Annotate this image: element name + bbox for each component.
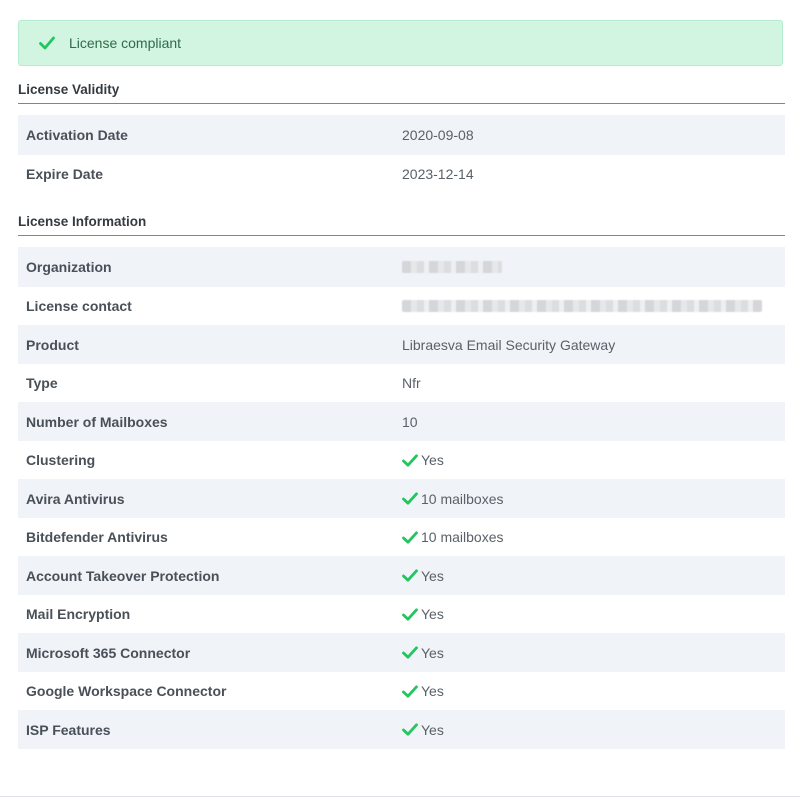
row-value: Libraesva Email Security Gateway [402,337,615,353]
row-value: Yes [402,722,444,738]
redacted-value [402,261,502,273]
row-label: Expire Date [26,166,104,182]
table-row: ISP Features Yes [18,710,785,749]
table-row: License contact [18,287,785,325]
row-label: Organization [26,259,112,275]
row-value: Yes [402,452,444,468]
check-icon [402,607,421,621]
check-icon [402,723,421,736]
row-value: Yes [402,606,444,622]
value-text: Yes [421,644,444,661]
section-title-license-validity: License Validity [18,82,785,104]
row-label: Clustering [26,452,96,468]
table-row: Account Takeover Protection Yes [18,556,785,595]
row-value: 10 mailboxes [402,491,504,507]
value-text: 10 [402,413,418,430]
row-label: License contact [26,298,132,314]
table-row: Google Workspace Connector Yes [18,672,785,710]
row-value: Yes [402,683,444,699]
section-title-license-information: License Information [18,214,785,236]
table-row: Type Nfr [18,364,785,402]
check-icon [402,492,421,505]
divider [0,796,800,797]
value-text: Yes [421,683,444,699]
redacted-value [402,300,762,312]
table-row: Activation Date 2020-09-08 [18,115,785,155]
alert-text: License compliant [69,35,182,51]
row-label: Mail Encryption [26,606,131,622]
row-value: 2020-09-08 [402,127,474,143]
table-row: Product Libraesva Email Security Gateway [18,325,785,364]
table-row: Expire Date 2023-12-14 [18,155,785,193]
value-text: Yes [421,606,444,622]
row-value: 10 mailboxes [402,529,504,545]
table-row: Clustering Yes [18,441,785,479]
row-value: Yes [402,645,444,661]
check-icon [402,530,421,544]
row-label: Activation Date [26,127,128,143]
value-text: 10 mailboxes [421,529,504,545]
row-label: Number of Mailboxes [26,413,168,430]
row-value: Nfr [402,375,421,391]
row-label: Avira Antivirus [26,490,125,507]
license-validity-table: Activation Date 2020-09-08 Expire Date 2… [18,115,785,193]
value-text: 10 mailboxes [421,490,504,507]
table-row: Bitdefender Antivirus 10 mailboxes [18,518,785,556]
row-value [402,300,762,312]
row-label: Bitdefender Antivirus [26,529,168,545]
license-information-table: Organization License contact Product Librae… [18,247,785,749]
row-value: 2023-12-14 [402,166,474,182]
row-value: 10 [402,414,418,430]
row-label: Microsoft 365 Connector [26,644,191,661]
table-row: Mail Encryption Yes [18,595,785,633]
row-value: Yes [402,568,444,584]
check-icon [402,453,421,467]
value-text: Yes [421,452,444,468]
row-label: Google Workspace Connector [26,683,227,699]
table-row: Microsoft 365 Connector Yes [18,633,785,672]
check-icon [402,569,421,582]
value-text: Libraesva Email Security Gateway [402,336,616,353]
check-icon [402,684,421,698]
license-status-alert: License compliant [18,20,783,66]
check-icon [402,646,421,659]
value-text: Yes [421,721,444,738]
row-label: Account Takeover Protection [26,567,220,584]
row-value [402,261,502,273]
value-text: Nfr [402,375,421,391]
table-row: Number of Mailboxes 10 [18,402,785,441]
table-row: Organization [18,247,785,287]
row-label: Type [26,375,58,391]
row-label: Product [26,336,79,353]
row-label: ISP Features [26,721,111,738]
check-icon [39,36,55,50]
value-text: Yes [421,567,444,584]
table-row: Avira Antivirus 10 mailboxes [18,479,785,518]
